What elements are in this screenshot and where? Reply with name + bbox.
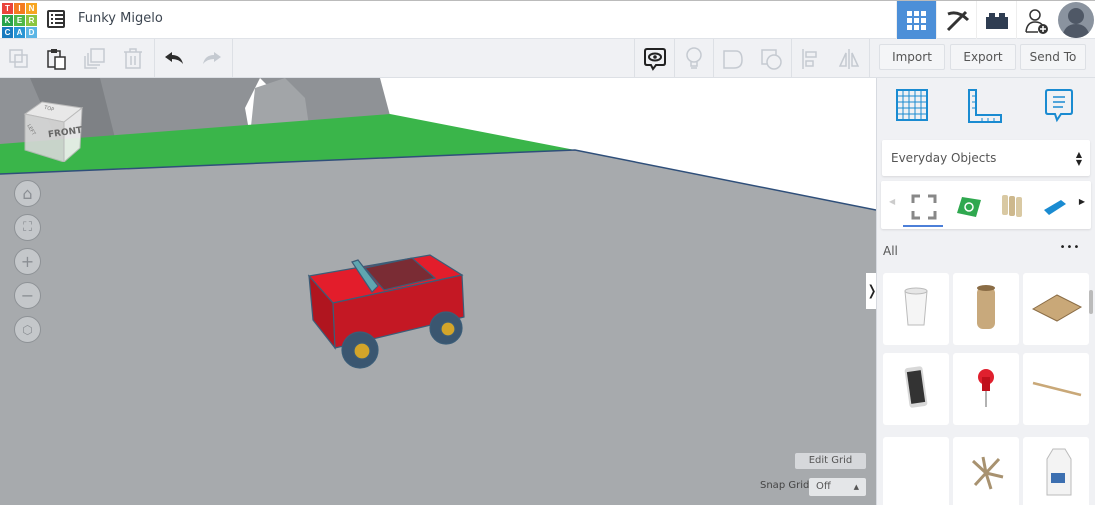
- caret-up-icon: ▲: [853, 483, 859, 491]
- shapes-panel: Everyday Objects ▲ ▼ ◀ ▶ All •••: [876, 78, 1095, 509]
- mirror-icon: [838, 48, 860, 69]
- invite-user-button[interactable]: [1016, 1, 1056, 40]
- perspective-button[interactable]: ⬡: [14, 316, 41, 343]
- plus-icon: +: [20, 252, 35, 271]
- align-button[interactable]: [792, 39, 830, 78]
- logo-letter: D: [26, 27, 37, 38]
- design-title[interactable]: Funky Migelo: [78, 11, 163, 26]
- logo-letter: C: [2, 27, 13, 38]
- cube-icon: ⬡: [22, 322, 33, 337]
- view-cube[interactable]: FRONT TOP LEFT: [22, 100, 84, 164]
- logo-letter: A: [14, 27, 25, 38]
- workplane-grid-icon: [896, 89, 928, 121]
- home-view-button[interactable]: ⌂: [14, 180, 41, 207]
- align-icon: [802, 48, 817, 69]
- shape-tile-pushpin[interactable]: [953, 353, 1019, 425]
- category-value: Everyday Objects: [891, 151, 997, 165]
- duplicate-button[interactable]: [76, 39, 114, 78]
- carousel-item-selection[interactable]: [903, 189, 943, 227]
- shape-tile-phone[interactable]: [883, 353, 949, 425]
- export-button[interactable]: Export: [950, 44, 1016, 70]
- logo-letter: N: [26, 3, 37, 14]
- carousel-item-dowels[interactable]: [1001, 194, 1023, 218]
- shape-carousel: ◀ ▶: [881, 181, 1091, 229]
- minus-icon: −: [20, 286, 35, 305]
- carousel-prev-icon[interactable]: ◀: [889, 197, 895, 206]
- logo-letter: E: [14, 15, 25, 26]
- fit-view-button[interactable]: ⛶: [14, 214, 41, 241]
- design-list-icon[interactable]: [47, 10, 65, 28]
- logo-letter: I: [14, 3, 25, 14]
- lightbulb-button[interactable]: [675, 39, 713, 78]
- brick-icon: [985, 12, 1008, 29]
- group-icon: [723, 49, 743, 69]
- carousel-item-recycle[interactable]: [957, 197, 981, 217]
- notes-tool[interactable]: [1044, 88, 1074, 128]
- snap-grid-label: Snap Grid: [760, 480, 810, 491]
- ungroup-button[interactable]: [752, 39, 790, 78]
- speech-eye-icon: [644, 47, 666, 71]
- carousel-next-icon[interactable]: ▶: [1079, 197, 1085, 206]
- copy-button[interactable]: [0, 39, 38, 78]
- fit-icon: ⛶: [22, 220, 33, 235]
- filter-label: All: [883, 244, 898, 258]
- redo-button[interactable]: [193, 39, 231, 78]
- mirror-button[interactable]: [830, 39, 868, 78]
- shape-tile-tube[interactable]: [953, 273, 1019, 345]
- 3d-design-tab[interactable]: [896, 1, 936, 40]
- undo-button[interactable]: [155, 39, 193, 78]
- shape-tile-star[interactable]: [953, 437, 1019, 509]
- add-user-icon: [1024, 8, 1048, 34]
- undo-icon: [165, 51, 183, 64]
- logo-letter: K: [2, 15, 13, 26]
- minecraft-tab[interactable]: [936, 1, 976, 40]
- zoom-out-button[interactable]: −: [14, 282, 41, 309]
- ruler-icon: [968, 89, 1002, 123]
- select-frame-icon: [911, 194, 937, 220]
- zoom-in-button[interactable]: +: [14, 248, 41, 275]
- lightbulb-icon: [686, 46, 702, 69]
- shape-tile-empty[interactable]: [883, 437, 949, 509]
- redo-icon: [203, 51, 221, 64]
- more-options-button[interactable]: •••: [1053, 242, 1087, 260]
- shape-tile-cup[interactable]: [883, 273, 949, 345]
- paste-icon: [47, 48, 66, 70]
- 3d-workplane-viewport[interactable]: FRONT TOP LEFT ⌂ ⛶ + − ⬡ Edit Grid Snap …: [0, 78, 876, 505]
- ruler-tool[interactable]: [967, 88, 1003, 128]
- tinkercad-logo[interactable]: TIN KER CAD: [2, 3, 37, 38]
- paste-button[interactable]: [38, 39, 76, 78]
- group-button[interactable]: [714, 39, 752, 78]
- workplane-tool[interactable]: [895, 88, 929, 126]
- pickaxe-icon: [946, 10, 969, 31]
- toolbar: Import Export Send To: [0, 39, 1095, 78]
- shape-category-select[interactable]: Everyday Objects ▲ ▼: [882, 140, 1090, 176]
- panel-scrollbar[interactable]: [1089, 290, 1093, 314]
- snap-grid-value: Off: [816, 481, 831, 492]
- edit-grid-button[interactable]: Edit Grid: [795, 453, 866, 469]
- logo-letter: R: [26, 15, 37, 26]
- ungroup-icon: [761, 48, 782, 70]
- duplicate-icon: [84, 47, 105, 69]
- grid-view-icon: [906, 10, 926, 30]
- lego-tab[interactable]: [976, 1, 1016, 40]
- car-model: [307, 254, 465, 369]
- delete-button[interactable]: [114, 39, 152, 78]
- copy-icon: [9, 48, 28, 68]
- logo-letter: T: [2, 3, 13, 14]
- trash-icon: [124, 47, 142, 69]
- avatar[interactable]: [1058, 2, 1094, 38]
- snap-grid-select[interactable]: Off ▲: [809, 478, 866, 496]
- note-icon: [1045, 89, 1073, 123]
- top-bar: TIN KER CAD Funky Migelo: [0, 0, 1095, 40]
- sort-arrows-icon: ▲ ▼: [1075, 150, 1082, 167]
- shape-tile-milk-carton[interactable]: [1023, 437, 1089, 509]
- scene: [0, 78, 876, 369]
- carousel-item-stapler[interactable]: [1043, 198, 1067, 216]
- home-icon: ⌂: [22, 184, 33, 203]
- notes-button[interactable]: [636, 39, 674, 78]
- import-button[interactable]: Import: [879, 44, 945, 70]
- send-to-button[interactable]: Send To: [1020, 44, 1086, 70]
- shape-tile-board[interactable]: [1023, 273, 1089, 345]
- shape-tile-toothpick[interactable]: [1023, 353, 1089, 425]
